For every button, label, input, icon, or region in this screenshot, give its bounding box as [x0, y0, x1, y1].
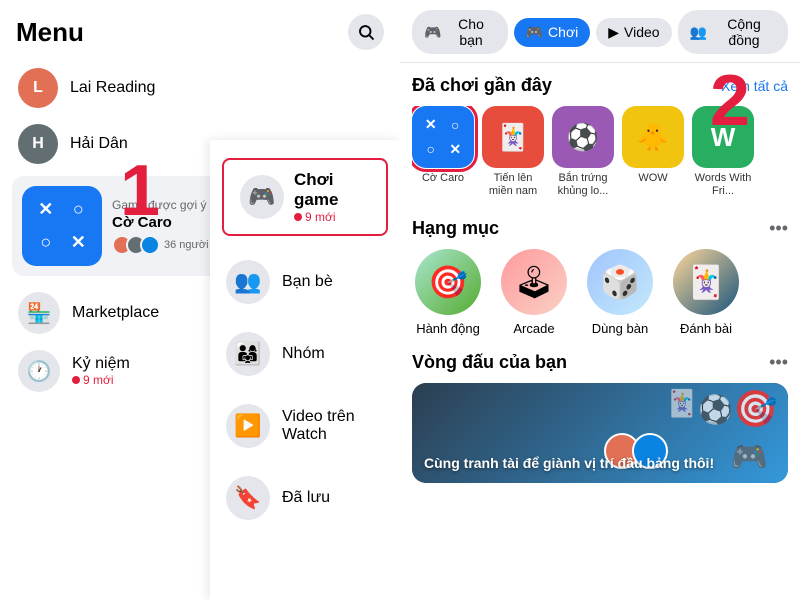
cat-dung-ban[interactable]: 🎲 Dùng bàn	[584, 249, 656, 336]
overlay-ban-be[interactable]: 👥 Bạn bè	[210, 246, 400, 318]
choi-game-icon: 🎮	[240, 175, 284, 219]
dung-ban-icon: 🎲	[587, 249, 653, 315]
left-panel: Menu L Lai Reading H Hải Dân ✕ ○ ○ ✕ Gam…	[0, 0, 400, 600]
arcade-label: Arcade	[513, 321, 554, 336]
tien-len-icon: 🃏	[482, 106, 544, 168]
ban-trung-name: Bắn trứng khủng lo...	[552, 172, 614, 198]
overlay-nhom[interactable]: 👨‍👩‍👧 Nhóm	[210, 318, 400, 390]
danh-bai-icon: 🃏	[673, 249, 739, 315]
co-caro-icon: ✕ ○ ○ ✕	[412, 106, 474, 168]
video-icon: ▶️	[226, 404, 270, 448]
memories-text: Kỷ niệm 9 mới	[72, 355, 130, 387]
video-tab-label: Video	[624, 24, 660, 40]
cat-hanh-dong[interactable]: 🎯 Hành động	[412, 249, 484, 336]
memories-badge: 9 mới	[72, 373, 130, 387]
marketplace-label: Marketplace	[72, 304, 159, 322]
choi-game-badge: 9 mới	[294, 210, 370, 224]
overlay-video[interactable]: ▶️ Video trên Watch	[210, 390, 400, 462]
game-thumb-wow[interactable]: 🐥 WOW	[622, 106, 684, 198]
words-name: Words With Fri...	[692, 172, 754, 198]
tab-choi[interactable]: 🎮 Chơi	[514, 18, 591, 47]
categories-header: Hạng mục •••	[412, 218, 788, 239]
da-luu-icon: 🔖	[226, 476, 270, 520]
tab-video[interactable]: ▶ Video	[596, 18, 671, 47]
cat-danh-bai[interactable]: 🃏 Đánh bài	[670, 249, 742, 336]
mini-av-3	[140, 235, 160, 255]
nhom-icon: 👨‍👩‍👧	[226, 332, 270, 376]
overlay-da-luu[interactable]: 🔖 Đã lưu	[210, 462, 400, 534]
tournament-title: Vòng đấu của bạn	[412, 352, 567, 373]
arcade-icon: 🕹	[501, 249, 567, 315]
categories-row: 🎯 Hành động 🕹 Arcade 🎲 Dùng bàn 🃏 Đánh b…	[412, 249, 788, 336]
cong-dong-icon: 👥	[690, 24, 707, 41]
marketplace-text: Marketplace	[72, 304, 159, 322]
menu-title: Menu	[16, 17, 84, 48]
ban-be-label: Bạn bè	[282, 273, 333, 291]
game-thumb-co-caro[interactable]: ✕ ○ ○ ✕ Cờ Caro	[412, 106, 474, 198]
choi-badge-text: 9 mới	[305, 210, 336, 224]
categories-title: Hạng mục	[412, 218, 499, 239]
categories-more-btn[interactable]: •••	[769, 218, 788, 239]
video-label: Video trên Watch	[282, 408, 384, 444]
ban-trung-icon: ⚽	[552, 106, 614, 168]
ban-be-icon: 👥	[226, 260, 270, 304]
memories-icon: 🕐	[18, 350, 60, 392]
choi-game-title: Chơi game	[294, 170, 370, 210]
cho-ban-icon: 🎮	[424, 24, 441, 41]
choi-game-inner: 🎮 Chơi game 9 mới	[240, 170, 370, 224]
choi-icon: 🎮	[526, 24, 543, 41]
number-label-1: 1	[120, 155, 160, 227]
choi-game-info: Chơi game 9 mới	[294, 170, 370, 224]
overlay-panel: 🎮 Chơi game 9 mới 👥 Bạn bè 👨‍👩‍👧 Nhóm	[210, 140, 400, 600]
game-icon-xo: ✕ ○ ○ ✕	[22, 186, 102, 266]
tournament-text: Cùng tranh tài để giành vị trí đầu bảng …	[412, 443, 726, 483]
badge-dot	[72, 376, 80, 384]
tournament-header: Vòng đấu của bạn •••	[412, 352, 788, 373]
badge-text: 9 mới	[83, 373, 114, 387]
hanh-dong-icon: 🎯	[415, 249, 481, 315]
choi-label: Chơi	[548, 24, 578, 40]
wow-name: WOW	[638, 172, 667, 185]
xo-x1: ✕	[32, 196, 60, 224]
choi-game-wrapper: 🎮 Chơi game 9 mới	[210, 148, 400, 246]
right-panel: 🎮 Cho bạn 🎮 Chơi ▶ Video 👥 Cộng đồng 2 Đ…	[400, 0, 800, 600]
wow-icon: 🐥	[622, 106, 684, 168]
tab-cho-ban[interactable]: 🎮 Cho bạn	[412, 10, 508, 54]
avatar-hai: H	[18, 124, 58, 164]
video-tab-icon: ▶	[608, 24, 619, 41]
choi-game-box[interactable]: 🎮 Chơi game 9 mới	[222, 158, 388, 236]
tien-len-name: Tiến lên miền nam	[482, 172, 544, 198]
danh-bai-label: Đánh bài	[680, 321, 732, 336]
xo-x2: ✕	[65, 229, 93, 257]
user-item-lai-reading[interactable]: L Lai Reading	[8, 60, 392, 116]
cong-dong-label: Cộng đồng	[712, 16, 776, 48]
memories-label: Kỷ niệm	[72, 355, 130, 373]
content-area: 2 Đã chơi gần đây Xem tất cả ✕ ○ ○ ✕ Cờ …	[400, 63, 800, 600]
tournament-banner: 🎯 ⚽ 🎮 🃏 Cùng tranh tài để giành vị trí đ…	[412, 383, 788, 483]
tab-cong-dong[interactable]: 👥 Cộng đồng	[678, 10, 788, 54]
cat-arcade[interactable]: 🕹 Arcade	[498, 249, 570, 336]
left-header: Menu	[0, 0, 400, 60]
dung-ban-label: Dùng bàn	[592, 321, 648, 336]
nhom-label: Nhóm	[282, 345, 325, 363]
marketplace-icon: 🏪	[18, 292, 60, 334]
recent-title: Đã chơi gần đây	[412, 75, 552, 96]
da-luu-label: Đã lưu	[282, 489, 330, 507]
xo-o1: ○	[65, 196, 93, 224]
game-thumb-ban-trung[interactable]: ⚽ Bắn trứng khủng lo...	[552, 106, 614, 198]
top-tabs: 🎮 Cho bạn 🎮 Chơi ▶ Video 👥 Cộng đồng	[400, 0, 800, 63]
avatar-lai: L	[18, 68, 58, 108]
search-button[interactable]	[348, 14, 384, 50]
mini-avatars	[112, 235, 160, 255]
number-label-2: 2	[710, 65, 750, 137]
cho-ban-label: Cho bạn	[446, 16, 495, 48]
xo-o2: ○	[32, 229, 60, 257]
game-thumb-tien-len[interactable]: 🃏 Tiến lên miền nam	[482, 106, 544, 198]
co-caro-name: Cờ Caro	[422, 172, 464, 185]
hanh-dong-label: Hành động	[416, 321, 480, 336]
user-name-lai: Lai Reading	[70, 79, 155, 97]
tournament-more-btn[interactable]: •••	[769, 352, 788, 373]
